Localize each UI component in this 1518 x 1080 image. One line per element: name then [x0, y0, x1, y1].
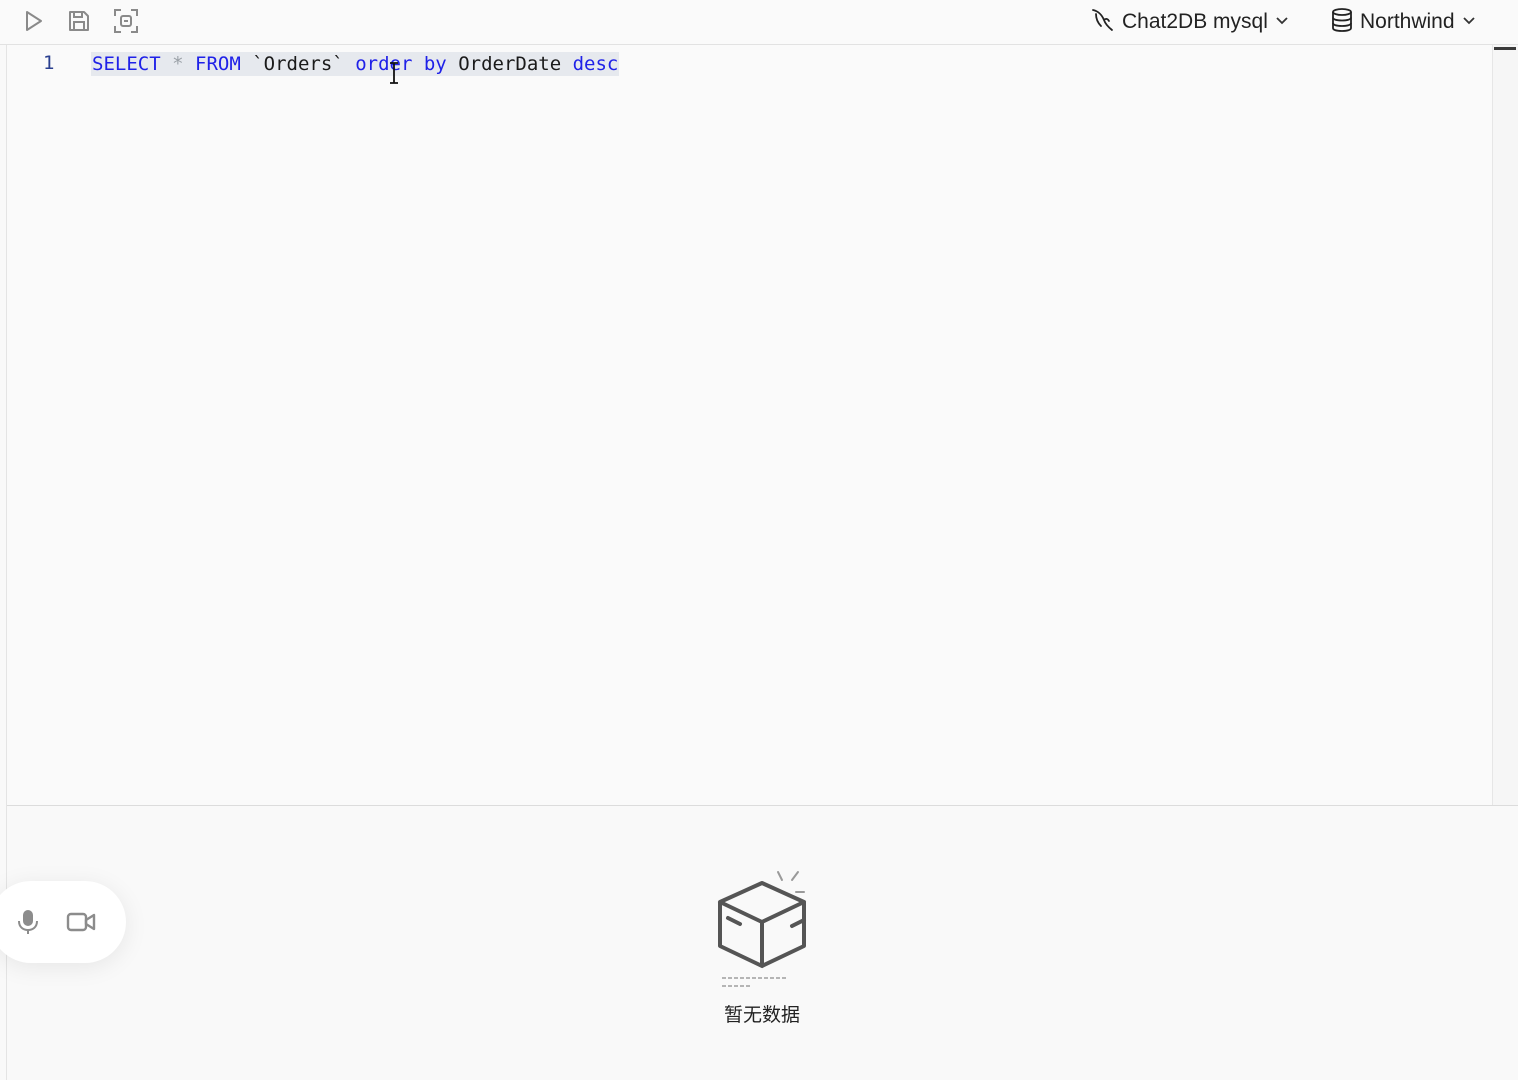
database-icon	[1330, 7, 1354, 38]
token-keyword: FROM	[195, 53, 241, 75]
chevron-down-icon	[1461, 12, 1477, 33]
floating-recorder-widget	[0, 881, 126, 963]
token-keyword: order	[355, 53, 413, 75]
save-icon[interactable]	[65, 7, 93, 35]
play-icon[interactable]	[20, 7, 48, 35]
text-cursor-icon	[390, 62, 398, 84]
token-identifier: `Orders`	[252, 53, 344, 75]
line-number: 1	[43, 52, 55, 74]
token-keyword: by	[423, 53, 447, 75]
token-operator: *	[172, 53, 184, 75]
connection-label: Chat2DB mysql	[1122, 10, 1268, 33]
video-camera-icon[interactable]	[66, 907, 96, 937]
token-keyword: SELECT	[92, 53, 161, 75]
empty-box-icon	[700, 866, 820, 1001]
editor-toolbar: Chat2DB mysql Northwind	[0, 0, 1518, 45]
chevron-down-icon	[1274, 12, 1290, 33]
format-scan-icon[interactable]	[112, 7, 140, 35]
token-keyword: desc	[572, 53, 619, 75]
sql-console-app: Chat2DB mysql Northwind 1 SELECT * FROM …	[0, 0, 1518, 1080]
editor-scrollbar[interactable]	[1492, 45, 1518, 805]
scrollbar-thumb[interactable]	[1494, 47, 1516, 50]
connection-selector[interactable]: Chat2DB mysql	[1090, 0, 1290, 44]
database-label: Northwind	[1360, 10, 1455, 33]
empty-state-text: 暂无数据	[723, 1005, 800, 1026]
code-line[interactable]: SELECT * FROM `Orders` order by OrderDat…	[91, 52, 620, 76]
mysql-dolphin-icon	[1090, 7, 1116, 38]
sql-editor[interactable]: 1 SELECT * FROM `Orders` order by OrderD…	[7, 45, 1492, 805]
token-identifier: OrderDate	[458, 53, 562, 75]
microphone-icon[interactable]	[13, 907, 43, 937]
database-selector[interactable]: Northwind	[1330, 0, 1477, 44]
